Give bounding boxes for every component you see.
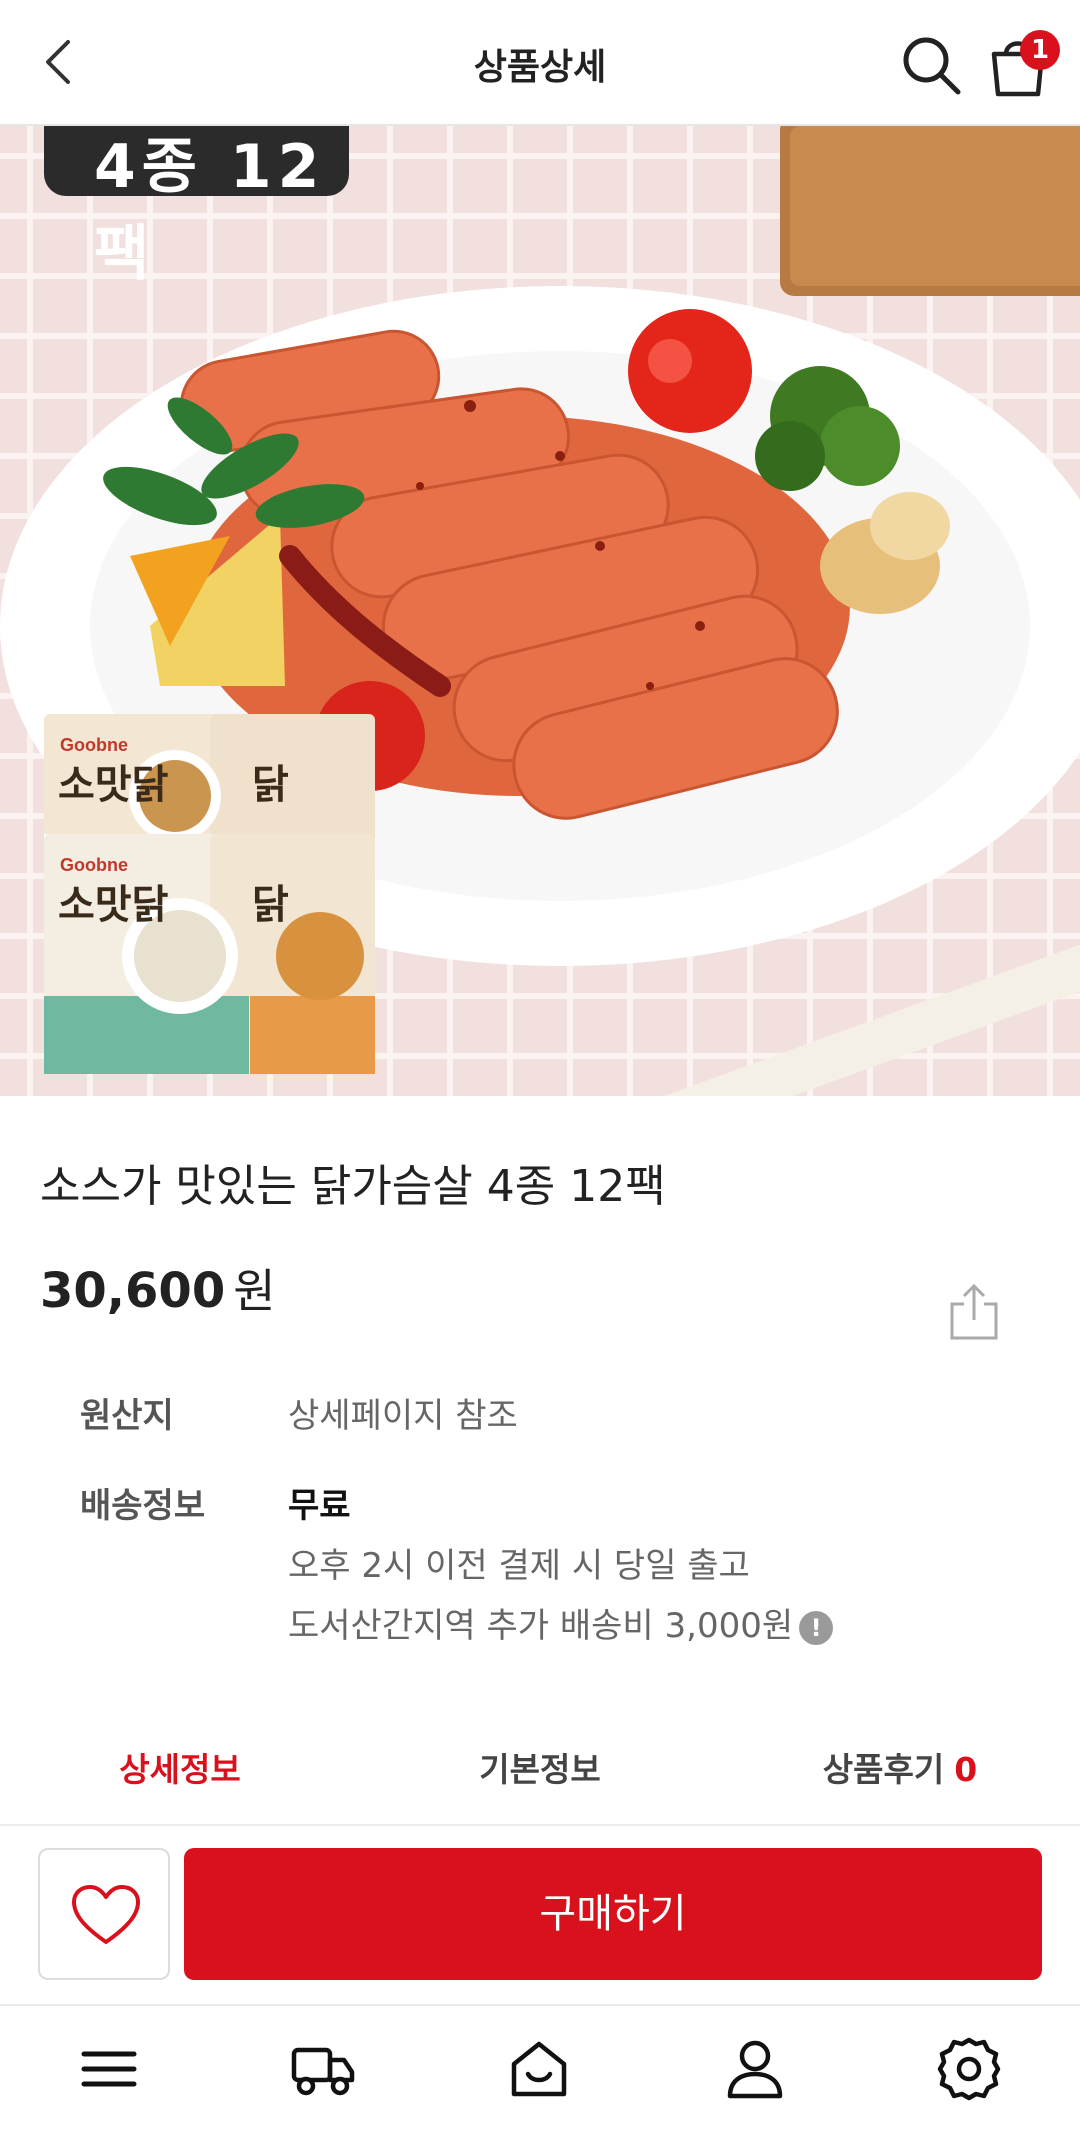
nav-home[interactable] bbox=[504, 2034, 574, 2104]
tab-detail-info-label: 상세정보 bbox=[119, 1750, 241, 1789]
product-photo: Goobne 소맛닭 닭 Goobne 소맛닭 닭 bbox=[0, 126, 1080, 1096]
settings-icon bbox=[937, 2037, 1001, 2101]
home-icon bbox=[511, 2041, 567, 2097]
package-brand-1: Goobne bbox=[60, 735, 128, 755]
search-icon bbox=[903, 37, 961, 95]
buy-button[interactable]: 구매하기 bbox=[184, 1848, 1042, 1980]
shipping-note-remote-text: 도서산간지역 추가 배송비 3,000원 bbox=[288, 1606, 794, 1646]
package-brand-2: Goobne bbox=[60, 855, 128, 875]
package-product-2: 소맛닭 bbox=[58, 882, 169, 928]
tab-detail-info[interactable]: 상세정보 bbox=[0, 1720, 360, 1820]
nav-settings[interactable] bbox=[934, 2034, 1004, 2104]
cart-button[interactable]: 1 bbox=[980, 26, 1060, 102]
shipping-note-same-day: 오후 2시 이전 결제 시 당일 출고 bbox=[288, 1546, 750, 1586]
wishlist-button[interactable] bbox=[38, 1848, 170, 1980]
svg-text:닭: 닭 bbox=[252, 882, 289, 928]
svg-text:닭: 닭 bbox=[252, 762, 289, 808]
shipping-fee: 무료 bbox=[288, 1486, 351, 1526]
tab-basic-info-label: 기본정보 bbox=[479, 1750, 601, 1789]
product-image: Goobne 소맛닭 닭 Goobne 소맛닭 닭 4종 12팩 bbox=[0, 126, 1080, 1096]
menu-icon bbox=[81, 2051, 137, 2087]
delivery-truck-icon bbox=[291, 2047, 355, 2096]
info-icon[interactable]: ! bbox=[799, 1610, 834, 1645]
shipping-label: 배송정보 bbox=[80, 1486, 206, 1526]
user-icon bbox=[727, 2040, 783, 2099]
price-value: 30,600 bbox=[40, 1263, 226, 1319]
tab-reviews-label: 상품후기 bbox=[822, 1750, 945, 1789]
origin-label: 원산지 bbox=[80, 1396, 174, 1436]
cart-count-badge: 1 bbox=[1020, 30, 1060, 70]
review-count: 0 bbox=[954, 1750, 978, 1789]
product-price: 30,600 원 bbox=[40, 1255, 276, 1321]
origin-value: 상세페이지 참조 bbox=[288, 1396, 518, 1436]
purchase-bar: 구매하기 bbox=[0, 1824, 1080, 2004]
image-tag-label: 4종 12팩 bbox=[44, 126, 349, 289]
nav-delivery[interactable] bbox=[288, 2034, 358, 2104]
price-unit: 원 bbox=[233, 1264, 276, 1318]
search-button[interactable] bbox=[896, 30, 966, 100]
bottom-navigation bbox=[0, 2004, 1080, 2130]
tab-basic-info[interactable]: 기본정보 bbox=[360, 1720, 720, 1820]
nav-my-page[interactable] bbox=[720, 2034, 790, 2104]
app-header: 상품상세 1 bbox=[0, 0, 1080, 126]
package-product-1: 소맛닭 bbox=[58, 762, 169, 808]
shipping-note-remote: 도서산간지역 추가 배송비 3,000원! bbox=[288, 1598, 834, 1647]
product-name: 소스가 맛있는 닭가슴살 4종 12팩 bbox=[40, 1161, 666, 1212]
detail-tabs: 상세정보 기본정보 상품후기 0 bbox=[0, 1720, 1080, 1820]
share-button[interactable] bbox=[946, 1282, 1002, 1342]
tab-reviews[interactable]: 상품후기 0 bbox=[720, 1720, 1080, 1820]
heart-icon bbox=[72, 1885, 140, 1944]
nav-menu[interactable] bbox=[74, 2034, 144, 2104]
share-icon bbox=[950, 1283, 998, 1340]
